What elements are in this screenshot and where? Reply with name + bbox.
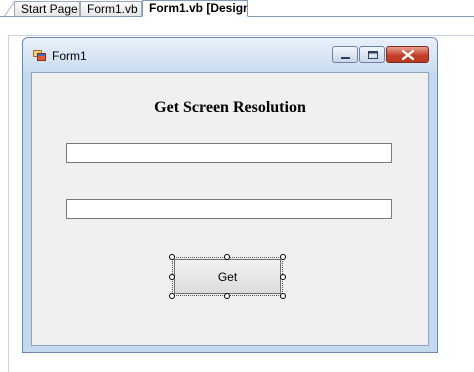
form-client-area[interactable]: Get Screen Resolution Get [31,72,429,346]
maximize-button[interactable] [359,46,385,63]
textbox-1[interactable] [66,143,392,163]
document-tab-strip: Start Page Form1.vb Form1.vb [Design] [0,0,474,17]
tab-form1-design[interactable]: Form1.vb [Design] [142,0,248,17]
get-button[interactable]: Get [174,259,281,294]
form-icon [33,50,46,61]
resize-handle-top-right[interactable] [280,254,286,260]
minimize-icon [341,57,350,59]
resize-handle-left[interactable] [169,274,175,280]
form-title: Form1 [52,49,87,63]
resize-handle-top-left[interactable] [169,254,175,260]
minimize-button[interactable] [332,46,358,63]
resize-handle-bottom-left[interactable] [169,293,175,299]
resize-handle-bottom[interactable] [224,293,230,299]
designer-edge-top [8,35,474,36]
resize-handle-top[interactable] [224,254,230,260]
tab-form1-code[interactable]: Form1.vb [80,1,142,16]
designer-edge-left [8,35,9,372]
maximize-icon [368,51,378,59]
form-titlebar[interactable]: Form1 [23,38,437,72]
resize-handle-right[interactable] [280,274,286,280]
form-window[interactable]: Form1 Get Screen Resolution Get [22,37,438,353]
heading-label: Get Screen Resolution [154,99,306,116]
close-icon [401,49,415,61]
tab-start-page[interactable]: Start Page [14,1,80,16]
textbox-2[interactable] [66,199,392,219]
resize-handle-bottom-right[interactable] [280,293,286,299]
close-button[interactable] [386,46,429,63]
